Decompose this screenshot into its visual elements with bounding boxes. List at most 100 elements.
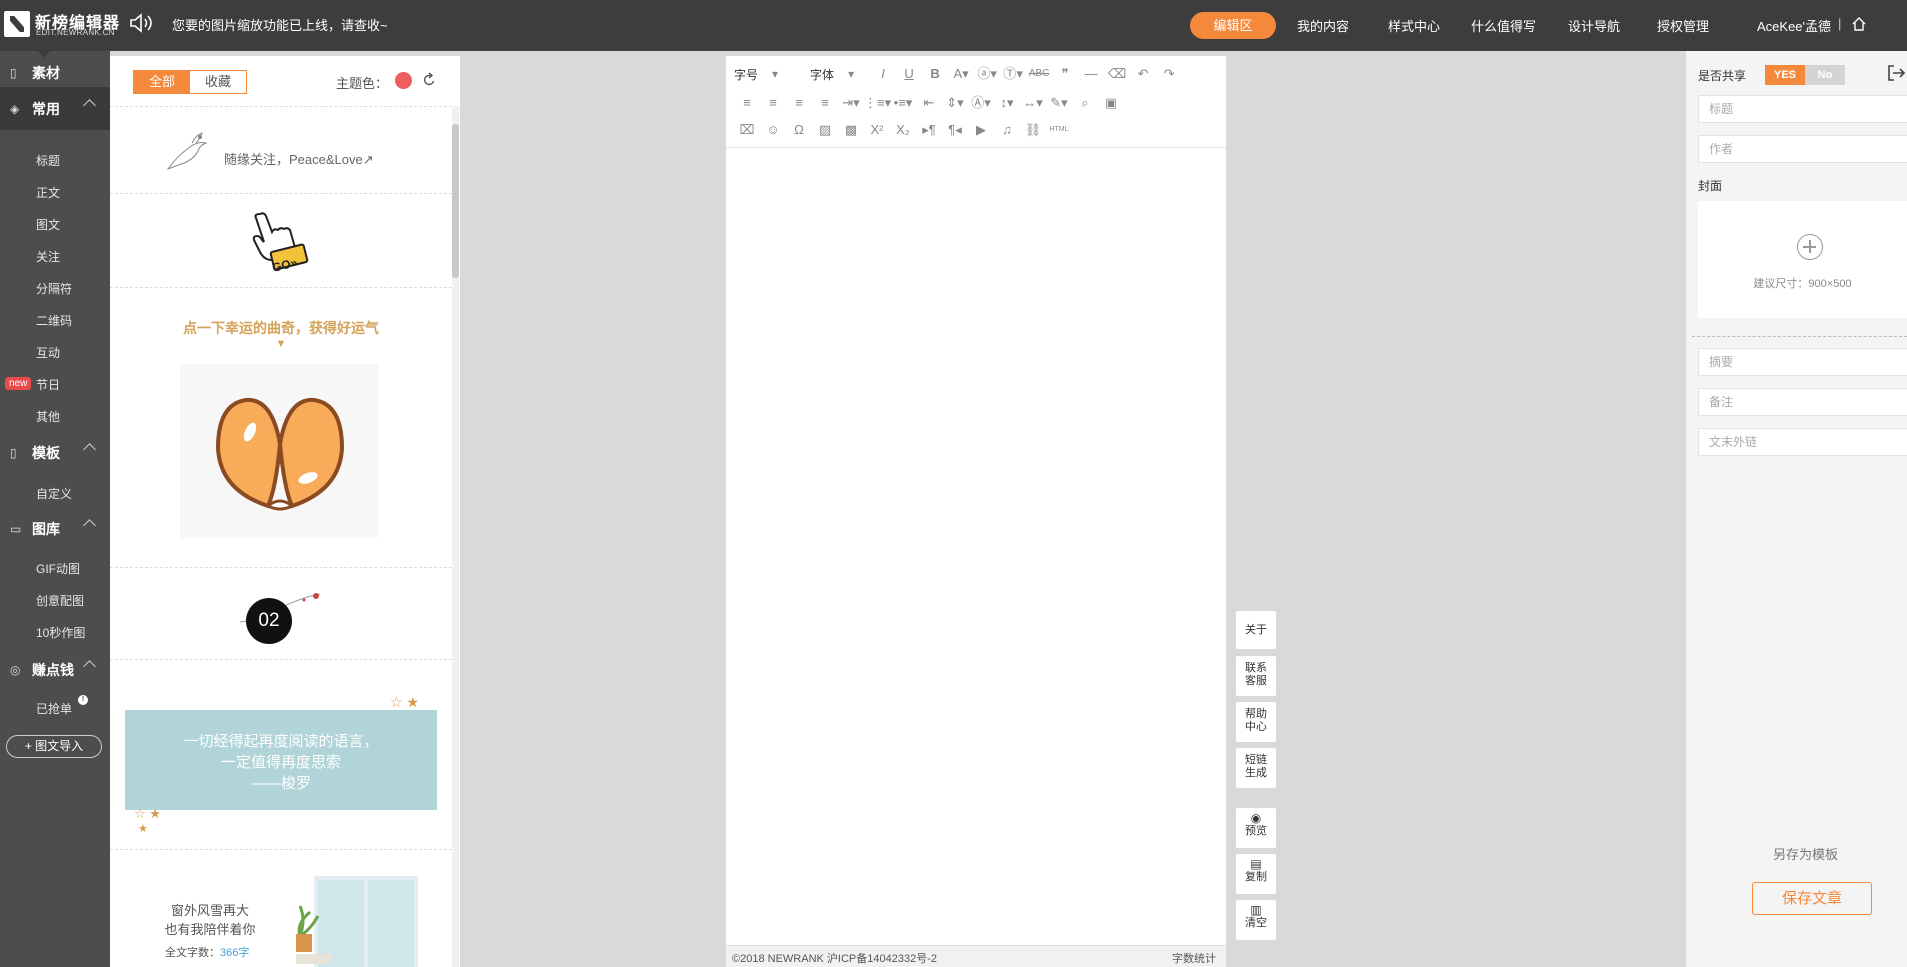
material-card-cookie[interactable]: 点一下幸运的曲奇，获得好运气 ▼ bbox=[110, 288, 452, 568]
material-card-follow[interactable]: 随缘关注，Peace&Love↗ bbox=[110, 106, 452, 194]
paragraph-spacing-icon[interactable]: ⇕▾ bbox=[942, 93, 968, 113]
word-count-button[interactable]: 字数统计 bbox=[1172, 950, 1216, 966]
copy-button[interactable]: ▤ 复制 bbox=[1236, 854, 1276, 894]
image-manage-icon[interactable]: ▩ bbox=[838, 120, 864, 140]
first-line-indent-icon[interactable]: ⇤ bbox=[916, 93, 942, 113]
material-card-window[interactable]: 窗外风雪再大 也有我陪伴着你 全文字数：366字 bbox=[110, 850, 452, 967]
align-right-icon[interactable]: ≡ bbox=[786, 93, 812, 113]
format-brush-icon[interactable]: ✎▾ bbox=[1046, 93, 1072, 113]
refresh-icon[interactable] bbox=[421, 72, 437, 88]
underline-icon[interactable]: U bbox=[896, 64, 922, 84]
share-yes[interactable]: YES bbox=[1765, 65, 1805, 85]
highlight-icon[interactable]: Ⓣ▾ bbox=[1000, 64, 1026, 84]
font-color-icon[interactable]: A▾ bbox=[948, 64, 974, 84]
user-name[interactable]: AceKee'孟德 bbox=[1757, 16, 1831, 35]
help-center-button[interactable]: 帮助 中心 bbox=[1236, 702, 1276, 742]
sidebar-item-title[interactable]: 标题 bbox=[36, 152, 60, 169]
note-input[interactable]: 备注 bbox=[1698, 388, 1907, 416]
nav-my-content[interactable]: 我的内容 bbox=[1297, 16, 1349, 35]
share-toggle[interactable]: YES No bbox=[1765, 65, 1845, 85]
bold-icon[interactable]: B bbox=[922, 64, 948, 84]
theme-color-swatch[interactable] bbox=[395, 72, 412, 89]
cover-upload[interactable]: 建议尺寸：900×500 bbox=[1698, 201, 1907, 318]
subscript-icon[interactable]: X₂ bbox=[890, 120, 916, 140]
import-article-button[interactable]: + 图文导入 bbox=[6, 735, 102, 758]
align-center-icon[interactable]: ≡ bbox=[760, 93, 786, 113]
clear-button[interactable]: ▥ 清空 bbox=[1236, 900, 1276, 940]
tab-favorites[interactable]: 收藏 bbox=[190, 71, 246, 93]
rtl-icon[interactable]: ¶◂ bbox=[942, 120, 968, 140]
nav-style-center[interactable]: 样式中心 bbox=[1388, 16, 1440, 35]
sidebar-item-10s[interactable]: 10秒作图 bbox=[36, 624, 85, 641]
video-icon[interactable]: ▶ bbox=[968, 120, 994, 140]
nav-editor[interactable]: 编辑区 bbox=[1190, 12, 1276, 39]
tab-all[interactable]: 全部 bbox=[134, 71, 190, 93]
save-article-button[interactable]: 保存文章 bbox=[1752, 882, 1872, 915]
material-card-number[interactable]: 02 bbox=[110, 568, 452, 660]
indent-icon[interactable]: ⇥▾ bbox=[838, 93, 864, 113]
sidebar-item-custom[interactable]: 自定义 bbox=[36, 485, 72, 502]
sidebar-item-creative[interactable]: 创意配图 bbox=[36, 592, 84, 609]
undo-icon[interactable]: ↶ bbox=[1130, 64, 1156, 84]
search-icon[interactable]: ⌕ bbox=[1072, 93, 1098, 113]
eraser-icon[interactable]: ⌫ bbox=[1104, 64, 1130, 84]
material-scrollbar-thumb[interactable] bbox=[452, 124, 459, 278]
author-input[interactable]: 作者 bbox=[1698, 135, 1907, 163]
special-char-icon[interactable]: Ω bbox=[786, 120, 812, 140]
summary-input[interactable]: 摘要 bbox=[1698, 348, 1907, 376]
horizontal-rule-icon[interactable]: — bbox=[1078, 64, 1104, 84]
italic-icon[interactable]: I bbox=[870, 64, 896, 84]
link-icon[interactable]: ⛓ bbox=[1020, 120, 1046, 140]
sidebar-earn[interactable]: ◎ 赚点钱 bbox=[0, 648, 110, 691]
short-link-button[interactable]: 短链 生成 bbox=[1236, 748, 1276, 788]
sidebar-common[interactable]: ◈ 常用 bbox=[0, 87, 110, 130]
background-color-icon[interactable]: ⓐ▾ bbox=[974, 64, 1000, 84]
source-code-icon[interactable]: ▣ bbox=[1098, 93, 1124, 113]
about-button[interactable]: 关于 bbox=[1236, 611, 1276, 649]
home-icon[interactable] bbox=[1851, 16, 1867, 32]
external-link-input[interactable]: 文末外链 bbox=[1698, 428, 1907, 456]
sidebar-item-other[interactable]: 其他 bbox=[36, 408, 60, 425]
ordered-list-icon[interactable]: ⋮≡▾ bbox=[864, 93, 891, 113]
material-card-quote[interactable]: 一切经得起再度阅读的语言， 一定值得再度思索 ——梭罗 ☆ ★ ☆ ★ ★ bbox=[110, 660, 452, 850]
letter-spacing-icon[interactable]: ↔▾ bbox=[1020, 93, 1046, 113]
save-as-template-link[interactable]: 另存为模板 bbox=[1773, 844, 1838, 863]
sidebar-item-image-text[interactable]: 图文 bbox=[36, 216, 60, 233]
text-style-icon[interactable]: Ⓐ▾ bbox=[968, 93, 994, 113]
editor-content-area[interactable] bbox=[726, 149, 1226, 945]
strikethrough-icon[interactable]: ABC bbox=[1026, 64, 1052, 84]
share-no[interactable]: No bbox=[1805, 65, 1845, 85]
html-icon[interactable]: HTML bbox=[1046, 120, 1072, 140]
align-justify-icon[interactable]: ≡ bbox=[812, 93, 838, 113]
sidebar-item-qrcode[interactable]: 二维码 bbox=[36, 312, 72, 329]
align-left-icon[interactable]: ≡ bbox=[734, 93, 760, 113]
contact-service-button[interactable]: 联系 客服 bbox=[1236, 656, 1276, 696]
nav-design-nav[interactable]: 设计导航 bbox=[1568, 16, 1620, 35]
preview-button[interactable]: ◉ 预览 bbox=[1236, 808, 1276, 848]
line-height-icon[interactable]: ↕▾ bbox=[994, 93, 1020, 113]
sidebar-item-interact[interactable]: 互动 bbox=[36, 344, 60, 361]
superscript-icon[interactable]: X² bbox=[864, 120, 890, 140]
material-card-go[interactable]: GO» bbox=[110, 194, 452, 288]
clear-format-icon[interactable]: ⌧ bbox=[734, 120, 760, 140]
sidebar-template[interactable]: ▯ 模板 bbox=[0, 431, 110, 474]
redo-icon[interactable]: ↷ bbox=[1156, 64, 1182, 84]
unordered-list-icon[interactable]: •≡▾ bbox=[890, 93, 916, 113]
nav-worth-writing[interactable]: 什么值得写 bbox=[1471, 16, 1536, 35]
sidebar-item-body[interactable]: 正文 bbox=[36, 184, 60, 201]
sidebar-item-orders[interactable]: 已抢单 bbox=[36, 700, 72, 717]
logout-icon[interactable] bbox=[1886, 63, 1906, 83]
blockquote-icon[interactable]: ❞ bbox=[1052, 64, 1078, 84]
newrank-logo-icon[interactable] bbox=[4, 11, 30, 37]
sidebar-item-gif[interactable]: GIF动图 bbox=[36, 560, 80, 577]
music-icon[interactable]: ♫ bbox=[994, 120, 1020, 140]
emoji-icon[interactable]: ☺ bbox=[760, 120, 786, 140]
nav-authorization[interactable]: 授权管理 bbox=[1657, 16, 1709, 35]
announcement-text[interactable]: 您要的图片缩放功能已上线，请查收~ bbox=[172, 15, 388, 34]
sidebar-item-holiday[interactable]: 节日 bbox=[36, 376, 60, 393]
title-input[interactable]: 标题 bbox=[1698, 95, 1907, 123]
sidebar-gallery[interactable]: ▭ 图库 bbox=[0, 507, 110, 550]
ltr-icon[interactable]: ▸¶ bbox=[916, 120, 942, 140]
sidebar-item-divider[interactable]: 分隔符 bbox=[36, 280, 72, 297]
font-family-select[interactable]: 字体 bbox=[810, 66, 834, 83]
